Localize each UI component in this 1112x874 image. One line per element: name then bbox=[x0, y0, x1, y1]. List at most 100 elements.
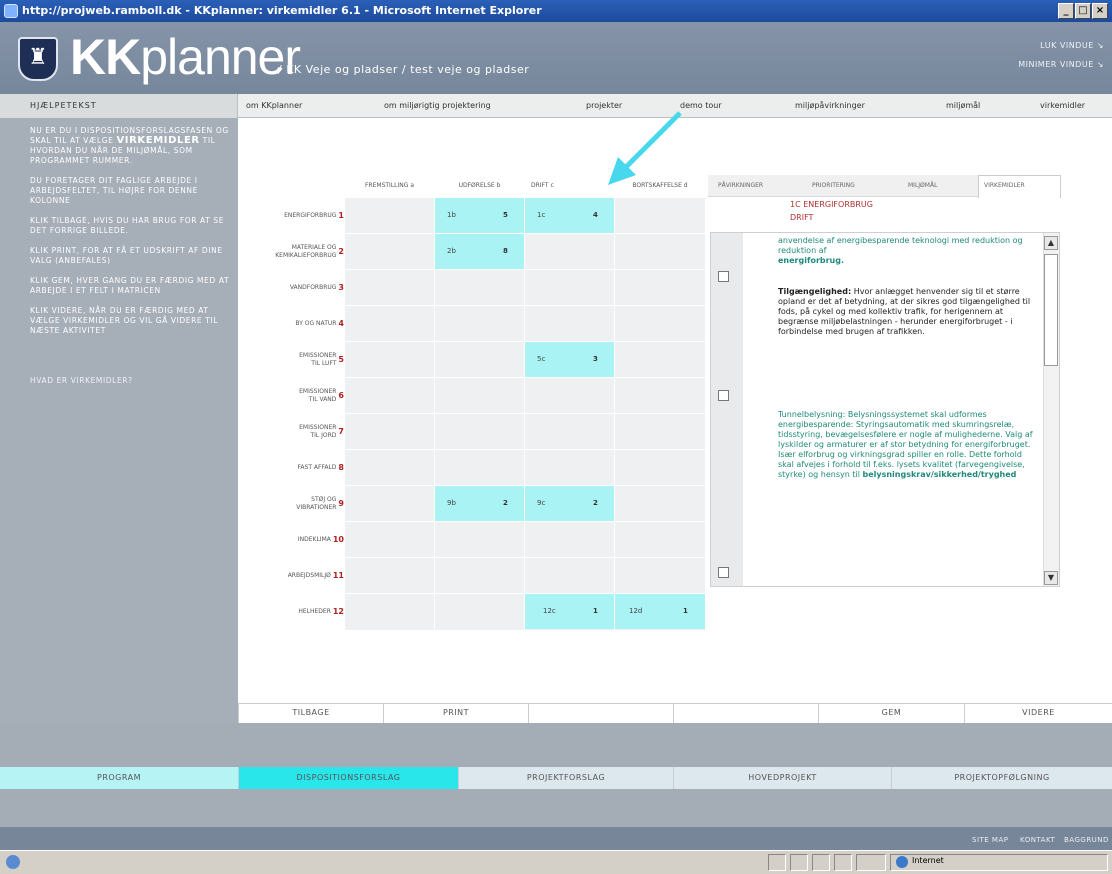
brand-bold: KK bbox=[70, 29, 141, 85]
row-label: ENERGIFORBRUG bbox=[284, 211, 337, 219]
back-button[interactable]: TILBAGE bbox=[238, 703, 383, 723]
phase-program[interactable]: PROGRAM bbox=[0, 767, 238, 789]
footer-site-map[interactable]: SITE MAP bbox=[972, 836, 1008, 844]
row-number: 4 bbox=[338, 318, 344, 328]
matrix-cell-selected[interactable]: 1c 4 bbox=[525, 198, 614, 233]
grid-divider bbox=[345, 305, 705, 306]
row-label: STØJ OG VIBRATIONER bbox=[296, 495, 337, 511]
virkemiddel-checkbox[interactable] bbox=[718, 271, 729, 282]
column-header-udfoerelse: UDFØRELSE b bbox=[458, 182, 501, 189]
cell-code: 12c bbox=[543, 607, 556, 615]
tab-virkemidler[interactable]: VIRKEMIDLER bbox=[984, 175, 1025, 197]
nav-om-kkplanner[interactable]: om KKplanner bbox=[246, 94, 302, 118]
row-header: INDEKLIMA 10 bbox=[240, 522, 344, 557]
virkemiddel-text: Tunnelbelysning: Belysningssystemet skal… bbox=[778, 410, 1033, 479]
grid-divider bbox=[524, 198, 525, 630]
grid-divider bbox=[345, 233, 705, 234]
grid-divider bbox=[345, 557, 705, 558]
row-number: 1 bbox=[338, 210, 344, 220]
grid-divider bbox=[345, 521, 705, 522]
help-text-intro: NU ER DU I DISPOSITIONSFORSLAGSFASEN OG … bbox=[30, 126, 230, 166]
virkemiddel-checkbox[interactable] bbox=[718, 390, 729, 401]
row-number: 11 bbox=[332, 570, 344, 580]
column-header-fremstilling: FREMSTILLING a bbox=[364, 182, 414, 189]
print-button[interactable]: PRINT bbox=[383, 703, 528, 723]
row-label: INDEKLIMA bbox=[297, 535, 331, 543]
scroll-thumb[interactable] bbox=[1044, 254, 1058, 366]
cell-code: 9c bbox=[537, 499, 546, 507]
page-status-icon bbox=[6, 855, 20, 869]
help-text-next: KLIK VIDERE, NÅR DU ER FÆRDIG MED AT VÆL… bbox=[30, 306, 219, 335]
cell-count: 2 bbox=[593, 499, 598, 507]
cell-count: 5 bbox=[503, 211, 508, 219]
row-header: EMISSIONER TIL VAND 6 bbox=[240, 378, 344, 413]
matrix-cell[interactable]: 9c 2 bbox=[525, 486, 614, 521]
close-icon[interactable]: × bbox=[1092, 3, 1108, 19]
matrix-cell[interactable]: 12c 1 bbox=[525, 594, 614, 629]
nav-om-miljoerigtig[interactable]: om miljørigtig projektering bbox=[384, 94, 491, 118]
phase-projektforslag[interactable]: PROJEKTFORSLAG bbox=[458, 767, 673, 789]
window-title-bar: http://projweb.ramboll.dk - KKplanner: v… bbox=[0, 0, 1112, 22]
cell-count: 1 bbox=[683, 607, 688, 615]
city-logo-icon: ♜ bbox=[18, 37, 58, 81]
cell-code: 9b bbox=[447, 499, 456, 507]
save-button[interactable]: GEM bbox=[818, 703, 964, 723]
brand-light: planner bbox=[140, 29, 301, 85]
matrix-cell[interactable]: 1b 5 bbox=[435, 198, 524, 233]
row-label: EMISSIONER TIL JORD bbox=[299, 423, 337, 439]
scroll-down-icon[interactable]: ▼ bbox=[1044, 571, 1058, 585]
row-label: HELHEDER bbox=[298, 607, 331, 615]
row-number: 9 bbox=[338, 498, 344, 508]
action-slot-empty bbox=[673, 703, 818, 723]
phase-dispositionsforslag-active[interactable]: DISPOSITIONSFORSLAG bbox=[238, 767, 458, 789]
nav-virkemidler[interactable]: virkemidler bbox=[1040, 94, 1085, 118]
help-p1-bold: VIRKEMIDLER bbox=[116, 135, 200, 146]
breadcrumb: / KK Veje og pladser / test veje og plad… bbox=[278, 63, 530, 76]
cell-count: 1 bbox=[593, 607, 598, 615]
maximize-icon[interactable]: □ bbox=[1075, 3, 1091, 19]
grid-divider bbox=[345, 413, 705, 414]
grid-divider bbox=[614, 198, 615, 630]
matrix-cell[interactable]: 5c 3 bbox=[525, 342, 614, 377]
checkbox-column bbox=[711, 233, 743, 586]
matrix-cell[interactable]: 2b 8 bbox=[435, 234, 524, 269]
cell-code: 12d bbox=[629, 607, 643, 615]
zone-label: Internet bbox=[912, 856, 944, 865]
row-header: HELHEDER 12 bbox=[240, 594, 344, 629]
phase-hovedprojekt[interactable]: HOVEDPROJEKT bbox=[673, 767, 891, 789]
cell-code: 1b bbox=[447, 211, 456, 219]
help-text-back: KLIK TILBAGE, HVIS DU HAR BRUG FOR AT SE… bbox=[30, 216, 225, 235]
what-are-virkemidler-link[interactable]: HVAD ER VIRKEMIDLER? bbox=[30, 376, 230, 386]
matrix-cell[interactable]: 12d 1 bbox=[615, 594, 705, 629]
cell-count: 8 bbox=[503, 247, 508, 255]
tab-prioritering[interactable]: PRIORITERING bbox=[812, 175, 855, 197]
window-title: http://projweb.ramboll.dk - KKplanner: v… bbox=[22, 4, 542, 17]
tab-miljoemaal[interactable]: MILJØMÅL bbox=[908, 175, 937, 197]
matrix-cell[interactable]: 9b 2 bbox=[435, 486, 524, 521]
help-heading: HJÆLPETEKST bbox=[0, 94, 238, 118]
panel-heading: 1C ENERGIFORBRUG bbox=[790, 200, 873, 209]
panel-subheading: DRIFT bbox=[790, 213, 814, 222]
row-label: EMISSIONER TIL LUFT bbox=[299, 351, 337, 367]
minimize-icon[interactable]: _ bbox=[1058, 3, 1074, 19]
row-header: BY OG NATUR 4 bbox=[240, 306, 344, 341]
footer-baggrund[interactable]: BAGGRUND bbox=[1064, 836, 1109, 844]
scroll-up-icon[interactable]: ▲ bbox=[1044, 236, 1058, 250]
grid-divider bbox=[345, 377, 705, 378]
nav-miljoepaavirkninger[interactable]: miljøpåvirkninger bbox=[795, 94, 865, 118]
next-button[interactable]: VIDERE bbox=[964, 703, 1112, 723]
cell-code: 2b bbox=[447, 247, 456, 255]
row-header: EMISSIONER TIL LUFT 5 bbox=[240, 342, 344, 377]
row-header: EMISSIONER TIL JORD 7 bbox=[240, 414, 344, 449]
minimize-window-link[interactable]: MINIMER VINDUE ↘ bbox=[1018, 60, 1104, 69]
nav-miljoemaal[interactable]: miljømål bbox=[946, 94, 980, 118]
window-controls: _ □ × bbox=[1058, 3, 1108, 19]
phase-projektopfoelgning[interactable]: PROJEKTOPFØLGNING bbox=[891, 767, 1112, 789]
virkemiddel-checkbox[interactable] bbox=[718, 567, 729, 578]
close-window-link[interactable]: LUK VINDUE ↘ bbox=[1040, 41, 1104, 50]
row-label: FAST AFFALD bbox=[297, 463, 337, 471]
footer-kontakt[interactable]: KONTAKT bbox=[1020, 836, 1055, 844]
row-number: 7 bbox=[338, 426, 344, 436]
tab-paavirkninger[interactable]: PÅVIRKNINGER bbox=[718, 175, 763, 197]
spacer-bar bbox=[0, 723, 1112, 767]
